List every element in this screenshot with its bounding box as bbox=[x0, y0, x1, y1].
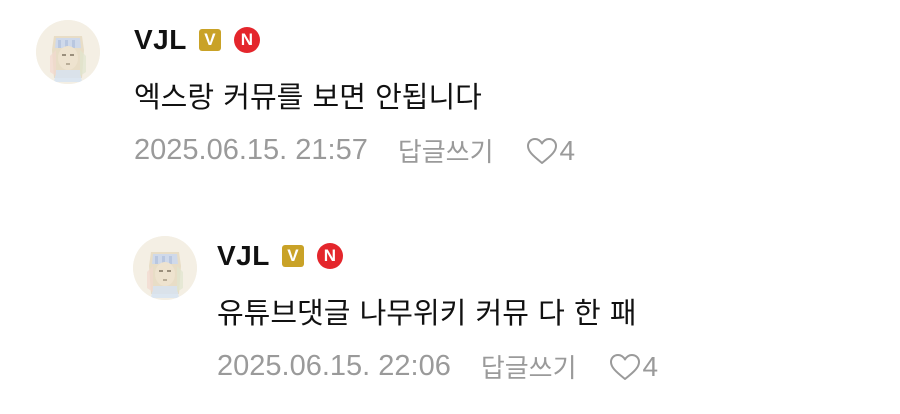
verified-badge-icon: V bbox=[198, 29, 221, 51]
like-button[interactable]: 4 bbox=[609, 350, 659, 383]
timestamp: 2025.06.15. 21:57 bbox=[134, 134, 368, 166]
heart-icon bbox=[526, 137, 557, 164]
avatar[interactable] bbox=[36, 20, 100, 84]
username[interactable]: VJL bbox=[217, 240, 270, 272]
author-row: VJL V N bbox=[134, 20, 575, 60]
sphinx-avatar-icon bbox=[36, 20, 100, 84]
comment-text: 유튜브댓글 나무위키 커뮤 다 한 패 bbox=[217, 296, 637, 330]
new-badge-icon: N bbox=[316, 243, 343, 269]
comment-body: VJL V N 유튜브댓글 나무위키 커뮤 다 한 패 2025.06.15. … bbox=[217, 236, 658, 385]
reply-button[interactable]: 답글쓰기 bbox=[398, 132, 494, 169]
comment: VJL V N 엑스랑 커뮤를 보면 안됩니다 2025.06.15. 21:5… bbox=[36, 20, 575, 169]
like-count: 4 bbox=[642, 350, 659, 382]
author-row: VJL V N bbox=[217, 236, 658, 276]
comment-text: 엑스랑 커뮤를 보면 안됩니다 bbox=[134, 80, 482, 114]
avatar[interactable] bbox=[133, 236, 197, 300]
reply-button[interactable]: 답글쓰기 bbox=[481, 348, 577, 385]
verified-badge-icon: V bbox=[281, 245, 304, 267]
heart-icon bbox=[609, 353, 640, 380]
comment-meta: 2025.06.15. 21:57 답글쓰기 4 bbox=[134, 132, 575, 169]
like-count: 4 bbox=[559, 134, 576, 166]
new-badge-icon: N bbox=[233, 27, 260, 53]
comment-meta: 2025.06.15. 22:06 답글쓰기 4 bbox=[217, 348, 658, 385]
timestamp: 2025.06.15. 22:06 bbox=[217, 350, 451, 382]
sphinx-avatar-icon bbox=[133, 236, 197, 300]
comment-body: VJL V N 엑스랑 커뮤를 보면 안됩니다 2025.06.15. 21:5… bbox=[134, 20, 575, 169]
username[interactable]: VJL bbox=[134, 24, 187, 56]
reply-comment: VJL V N 유튜브댓글 나무위키 커뮤 다 한 패 2025.06.15. … bbox=[133, 236, 658, 385]
like-button[interactable]: 4 bbox=[526, 134, 576, 167]
